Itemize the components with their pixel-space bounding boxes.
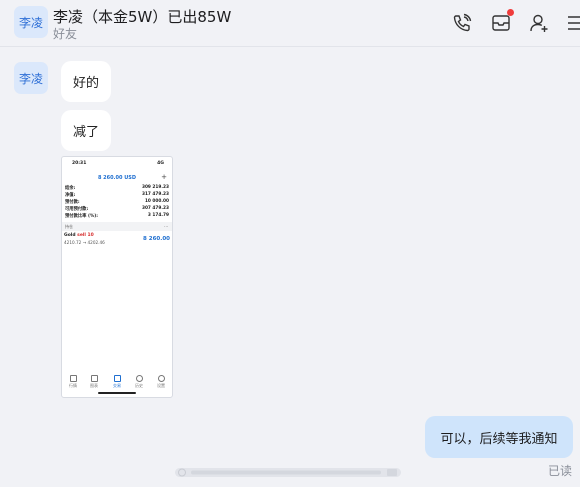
phone-position-profit: 8 260.00	[143, 236, 170, 242]
phone-nav-trade: 交易	[111, 375, 123, 389]
phone-account-row: 净值: 317 479.23	[65, 192, 169, 198]
image-message-screenshot[interactable]: 20:31 4G 8 260.00 USD + 结余: 309 219.23 净值…	[61, 156, 173, 398]
chat-subtitle: 好友	[53, 27, 78, 41]
phone-positions-header: 持仓 ···	[62, 222, 172, 231]
notification-dot	[507, 9, 514, 16]
new-message-hint[interactable]	[175, 464, 401, 478]
chat-title: 李凌（本金5W）已出85W	[53, 8, 232, 26]
read-status: 已读	[548, 464, 573, 478]
phone-bottom-nav: 行情 图表 交易 历史 设置	[62, 375, 172, 389]
phone-home-indicator	[98, 392, 136, 394]
contact-avatar[interactable]: 李凌	[14, 6, 48, 38]
add-contact-icon[interactable]	[528, 12, 550, 34]
phone-account-row: 结余: 309 219.23	[65, 185, 169, 191]
phone-signal: 4G	[157, 161, 164, 166]
more-icon[interactable]	[565, 12, 580, 34]
phone-nav-settings: 设置	[155, 375, 167, 389]
call-icon[interactable]	[451, 12, 473, 34]
phone-position-symbol: Gold sell 10	[64, 233, 94, 238]
message-bubble[interactable]: 减了	[61, 110, 111, 151]
phone-nav-history: 历史	[133, 375, 145, 389]
phone-account-row: 预付款: 10 000.00	[65, 199, 169, 205]
outgoing-message-bubble[interactable]: 可以，后续等我通知	[425, 416, 573, 458]
phone-add-icon: +	[161, 173, 167, 181]
phone-account-row: 可用预付款: 307 479.23	[65, 206, 169, 212]
phone-account-row: 预付款比率 (%): 3 174.79	[65, 213, 169, 219]
phone-nav-quotes: 行情	[67, 375, 79, 389]
message-bubble[interactable]: 好的	[61, 61, 111, 102]
message-box-icon[interactable]	[490, 9, 514, 34]
phone-total-profit: 8 260.00 USD	[97, 175, 137, 181]
phone-time: 20:31	[72, 161, 87, 166]
sender-avatar[interactable]: 李凌	[14, 62, 48, 94]
phone-position-prices: 4210.72 → 4202.46	[64, 240, 105, 245]
phone-nav-chart: 图表	[88, 375, 100, 389]
chat-header: 李凌 李凌（本金5W）已出85W 好友	[0, 0, 580, 47]
